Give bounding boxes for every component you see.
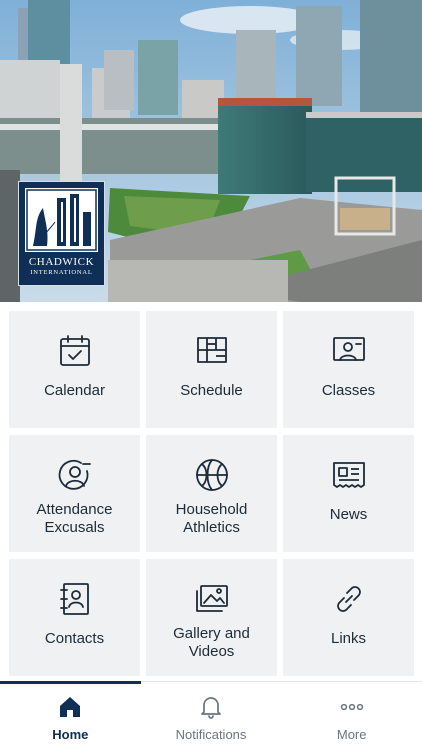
- feature-grid: Calendar Schedule Classes Attendance Exc…: [0, 302, 422, 680]
- logo-crest-icon: [25, 188, 98, 252]
- more-dots-icon: [339, 694, 365, 720]
- newspaper-icon: [331, 457, 367, 493]
- nav-label: More: [336, 727, 367, 742]
- campus-hero-image: CHADWICK INTERNATIONAL: [0, 0, 422, 302]
- tile-label: Attendance Excusals: [36, 500, 113, 536]
- schedule-grid-icon: [194, 333, 230, 369]
- nav-label: Home: [52, 727, 89, 742]
- nav-notifications[interactable]: Notifications: [141, 682, 282, 750]
- logo-name: CHADWICK: [28, 256, 95, 268]
- tile-label: Links: [330, 629, 367, 647]
- tile-classes[interactable]: Classes: [283, 311, 414, 428]
- tile-gallery-videos[interactable]: Gallery and Videos: [146, 559, 277, 676]
- home-icon: [57, 694, 83, 720]
- tile-label: Gallery and Videos: [173, 624, 250, 660]
- school-logo: CHADWICK INTERNATIONAL: [18, 181, 105, 286]
- calendar-check-icon: [57, 333, 93, 369]
- tile-schedule[interactable]: Schedule: [146, 311, 277, 428]
- basketball-icon: [194, 457, 230, 493]
- bell-icon: [198, 694, 224, 720]
- tile-attendance-excusals[interactable]: Attendance Excusals: [9, 435, 140, 552]
- tile-label: Household Athletics: [175, 500, 248, 536]
- tile-links[interactable]: Links: [283, 559, 414, 676]
- user-minus-icon: [57, 457, 93, 493]
- address-book-icon: [57, 581, 93, 617]
- link-icon: [331, 581, 367, 617]
- classroom-icon: [331, 333, 367, 369]
- tile-household-athletics[interactable]: Household Athletics: [146, 435, 277, 552]
- tile-contacts[interactable]: Contacts: [9, 559, 140, 676]
- tile-news[interactable]: News: [283, 435, 414, 552]
- nav-label: Notifications: [175, 727, 247, 742]
- tile-calendar[interactable]: Calendar: [9, 311, 140, 428]
- tile-label: Contacts: [44, 629, 105, 647]
- logo-subtitle: INTERNATIONAL: [30, 269, 93, 276]
- gallery-icon: [194, 581, 230, 617]
- tile-label: News: [329, 505, 368, 523]
- bottom-navigation: Home Notifications More: [0, 681, 422, 750]
- tile-label: Schedule: [180, 381, 243, 399]
- tile-label: Calendar: [44, 381, 105, 399]
- nav-home[interactable]: Home: [0, 681, 141, 750]
- nav-more[interactable]: More: [281, 682, 422, 750]
- tile-label: Classes: [321, 381, 376, 399]
